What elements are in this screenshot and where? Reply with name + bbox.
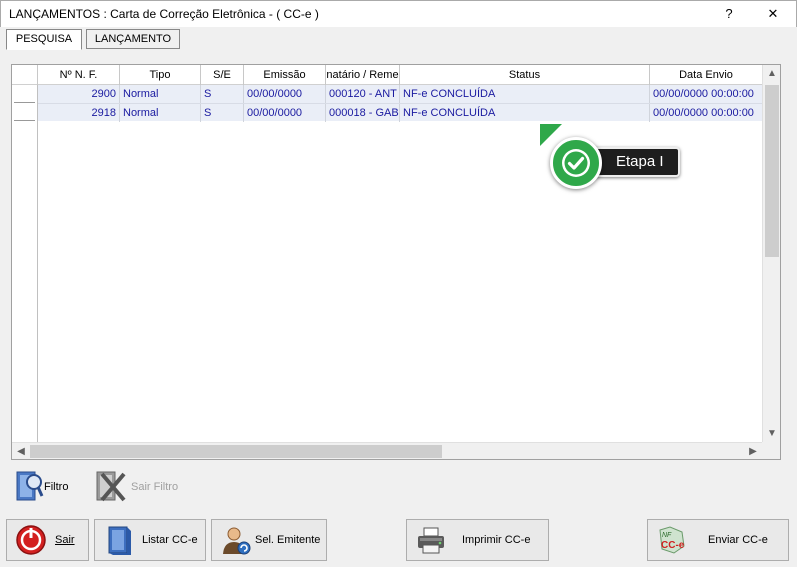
- svg-text:CC-e: CC-e: [661, 540, 685, 551]
- exit-icon: [16, 525, 46, 555]
- title-bar: LANÇAMENTOS : Carta de Correção Eletrôni…: [0, 0, 797, 27]
- column-header-destinatario[interactable]: natário / Reme: [326, 65, 400, 85]
- cell-destinatario: 000120 - ANT: [326, 85, 400, 103]
- tab-pesquisa[interactable]: PESQUISA: [6, 29, 82, 50]
- cell-tipo: Normal: [120, 104, 201, 122]
- tab-lancamento-label: LANÇAMENTO: [94, 33, 172, 45]
- cell-nf: 2900: [38, 85, 120, 103]
- tab-lancamento[interactable]: LANÇAMENTO: [86, 29, 180, 49]
- listar-cce-button[interactable]: Listar CC-e: [94, 519, 206, 561]
- svg-text:NF: NF: [662, 532, 672, 539]
- table-row[interactable]: 2900 Normal S 00/00/0000 000120 - ANT NF…: [38, 85, 762, 103]
- scroll-down-icon[interactable]: ▼: [763, 425, 780, 443]
- filter-button[interactable]: Filtro: [14, 466, 84, 506]
- cell-status: NF-e CONCLUÍDA: [400, 104, 650, 122]
- row-indicator-column: [12, 85, 38, 445]
- sair-button[interactable]: Sair: [6, 519, 89, 561]
- row-indicator[interactable]: [14, 103, 35, 121]
- column-header-se[interactable]: S/E: [201, 65, 244, 85]
- sel-emitente-button[interactable]: Sel. Emitente: [211, 519, 327, 561]
- tab-pesquisa-label: PESQUISA: [15, 33, 73, 45]
- help-icon[interactable]: ?: [717, 5, 741, 23]
- grid-header: Nº N. F. Tipo S/E Emissão natário / Reme…: [12, 65, 762, 85]
- sair-label: Sair: [55, 534, 75, 546]
- clear-filter-button[interactable]: Sair Filtro: [94, 466, 184, 506]
- enviar-cce-label: Enviar CC-e: [708, 534, 768, 546]
- enviar-cce-button[interactable]: NF CC-e Enviar CC-e: [647, 519, 789, 561]
- filter-icon: [16, 471, 44, 501]
- vertical-scroll-thumb[interactable]: [765, 85, 779, 257]
- vertical-scrollbar[interactable]: ▲ ▼: [762, 65, 780, 443]
- horizontal-scrollbar[interactable]: ◀ ▶: [12, 442, 762, 459]
- cell-emissao: 00/00/0000: [244, 85, 326, 103]
- send-cce-icon: NF CC-e: [659, 526, 685, 554]
- sel-emitente-label: Sel. Emitente: [255, 534, 321, 546]
- column-header-nf[interactable]: Nº N. F.: [38, 65, 120, 85]
- etapa-callout: Etapa I: [540, 124, 682, 190]
- imprimir-cce-label: Imprimir CC-e: [462, 534, 531, 546]
- cell-se: S: [201, 85, 244, 103]
- filter-label: Filtro: [44, 481, 69, 493]
- row-indicator[interactable]: [14, 85, 35, 103]
- cell-nf: 2918: [38, 104, 120, 122]
- scroll-right-icon[interactable]: ▶: [744, 443, 762, 459]
- imprimir-cce-button[interactable]: Imprimir CC-e: [406, 519, 549, 561]
- scroll-corner: [762, 442, 780, 459]
- indicator-header: [12, 65, 38, 85]
- clear-filter-icon: [96, 471, 126, 502]
- cell-data-envio: 00/00/0000 00:00:00: [653, 107, 754, 119]
- scroll-left-icon[interactable]: ◀: [12, 443, 30, 459]
- column-header-emissao[interactable]: Emissão: [244, 65, 326, 85]
- clear-filter-label: Sair Filtro: [131, 481, 179, 493]
- scroll-up-icon[interactable]: ▲: [763, 65, 780, 83]
- printer-icon: [418, 527, 444, 554]
- close-icon[interactable]: ✕: [761, 5, 785, 23]
- window-title: LANÇAMENTOS : Carta de Correção Eletrôni…: [9, 7, 319, 21]
- table-row[interactable]: 2918 Normal S 00/00/0000 000018 - GAB NF…: [38, 103, 762, 122]
- cell-emissao: 00/00/0000: [244, 104, 326, 122]
- column-header-status[interactable]: Status: [400, 65, 650, 85]
- cell-se: S: [201, 104, 244, 122]
- horizontal-scroll-thumb[interactable]: [30, 445, 442, 458]
- user-icon: [223, 527, 251, 555]
- cell-tipo: Normal: [120, 85, 201, 103]
- check-icon: [562, 149, 590, 177]
- list-icon: [108, 526, 131, 555]
- cell-data-envio: 00/00/0000 00:00:00: [653, 88, 754, 100]
- column-header-tipo[interactable]: Tipo: [120, 65, 201, 85]
- listar-cce-label: Listar CC-e: [142, 534, 198, 546]
- cell-destinatario: 000018 - GAB: [326, 104, 400, 122]
- column-header-data-envio[interactable]: Data Envio: [650, 65, 762, 85]
- cell-status: NF-e CONCLUÍDA: [400, 85, 650, 103]
